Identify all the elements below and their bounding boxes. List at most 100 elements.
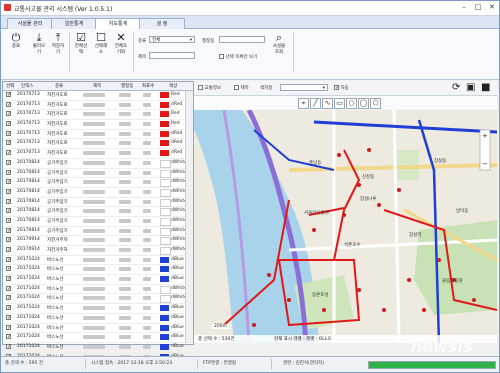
row-checkbox[interactable]	[6, 266, 11, 272]
traffic-toggle[interactable]: 교통정보	[198, 85, 221, 91]
table-row[interactable]: 20170713 자전거도로 dRed	[3, 130, 193, 140]
row-checkbox[interactable]	[6, 314, 11, 320]
row-checkbox[interactable]	[6, 217, 11, 223]
table-row[interactable]: 20171024버스노선dWhite	[3, 285, 193, 295]
col-coord-count[interactable]: 좌표수	[142, 83, 154, 89]
row-checkbox[interactable]	[6, 256, 11, 262]
tab-general-stats[interactable]: 일반통계	[51, 18, 97, 29]
row-checkbox[interactable]	[6, 179, 11, 185]
table-row[interactable]: 20170713 자전거도로 dRed	[3, 149, 193, 159]
row-checkbox[interactable]	[6, 198, 11, 204]
tab-settings[interactable]: 설 정	[139, 18, 185, 29]
table-row[interactable]: 20171024 버스노선 dBlue	[3, 265, 193, 276]
close-button[interactable]: ✕	[487, 3, 497, 12]
row-checkbox[interactable]	[6, 237, 11, 243]
row-checkbox[interactable]	[6, 295, 11, 301]
circle-icon[interactable]: ○	[346, 98, 357, 109]
table-row[interactable]: 20170814공기주입기dWhite	[3, 198, 193, 208]
row-checkbox[interactable]	[6, 247, 11, 252]
tab-facility[interactable]: 사설물 관리	[7, 18, 53, 29]
line-icon[interactable]: ╱	[310, 98, 321, 109]
table-row[interactable]: 20171024 버스노선 dBlue	[3, 314, 193, 324]
table-row[interactable]: 20171024 버스노선 dBlue	[3, 343, 193, 353]
video-icon[interactable]: ■	[481, 82, 490, 93]
name-input[interactable]	[149, 52, 195, 59]
maximize-button[interactable]: □	[473, 3, 483, 12]
table-row[interactable]: 20170713 자전거도로 Red	[3, 91, 193, 101]
row-checkbox[interactable]	[6, 92, 11, 97]
row-checkbox[interactable]	[6, 227, 11, 233]
load-button[interactable]: ⤓ 불러오기	[32, 32, 46, 55]
image-icon[interactable]: ▣	[466, 82, 475, 93]
row-checkbox[interactable]	[6, 334, 11, 340]
refresh-icon[interactable]: ⟳	[452, 82, 460, 93]
table-row[interactable]: 20170713 자전거도로 dRed	[3, 101, 193, 111]
minimize-button[interactable]: –	[459, 3, 469, 12]
polyline-icon[interactable]: ∿	[322, 98, 333, 109]
row-checkbox[interactable]	[6, 169, 11, 175]
row-checkbox[interactable]	[6, 140, 11, 146]
search-button[interactable]: ⌕ 사설물 조회	[271, 32, 287, 55]
row-checkbox[interactable]	[6, 121, 11, 127]
auto-toggle[interactable]: 자동	[334, 85, 349, 91]
table-row[interactable]: 20170814공기주입기dWhite	[3, 217, 193, 227]
exit-button[interactable]: ⏻ 종료	[9, 32, 23, 50]
deselect-button[interactable]: ☐ 선택해소	[94, 32, 108, 55]
table-row[interactable]: 20171024 버스노선 dBlue	[3, 304, 193, 314]
row-checkbox[interactable]	[6, 130, 11, 136]
table-row[interactable]: 20171024 버스노선 dBlue	[3, 324, 193, 334]
polygon-icon[interactable]: ⬠	[370, 98, 381, 109]
col-index[interactable]: 인덱스	[21, 83, 33, 89]
traffic-checkbox[interactable]	[198, 85, 203, 90]
table-row[interactable]: 20170814공기주입기dWhite	[3, 207, 193, 217]
col-kind[interactable]: 종류	[55, 83, 63, 89]
table-row[interactable]: 20171024 버스노선 dBlue	[3, 333, 193, 343]
col-title[interactable]: 제목	[93, 83, 101, 89]
table-row[interactable]: 20170713 자전거도로 Red	[3, 110, 193, 121]
table-row[interactable]: 20170814공기주입기dWhite	[3, 159, 193, 169]
ellipse-icon[interactable]: ◯	[358, 98, 369, 109]
table-row[interactable]: 20170814공기주입기dWhite	[3, 188, 193, 198]
table-row[interactable]: 20171024 버스노선 dBlue	[3, 275, 193, 285]
table-scrollbar[interactable]	[185, 91, 193, 343]
table-row[interactable]: 20170713 자전거도로 Red	[3, 120, 193, 130]
table-row[interactable]: 20170814공기주입기dWhite	[3, 178, 193, 188]
save-button[interactable]: ⤒ 저장하기	[51, 32, 65, 55]
col-dong[interactable]: 행정동	[121, 83, 133, 89]
table-row[interactable]: 20171024버스노선dWhite	[3, 294, 193, 305]
row-checkbox[interactable]	[6, 150, 11, 156]
marker-icon[interactable]: ⌖	[298, 98, 309, 109]
col-color[interactable]: 색상	[169, 83, 177, 89]
row-checkbox[interactable]	[6, 208, 11, 214]
row-checkbox[interactable]	[6, 305, 11, 311]
type-select[interactable]: 전체 ▾	[149, 36, 195, 43]
row-checkbox[interactable]	[6, 285, 11, 291]
map-canvas[interactable]: + −	[194, 110, 497, 343]
row-checkbox[interactable]	[6, 324, 11, 330]
table-row[interactable]: 20170814공기주입기dWhite	[3, 227, 193, 237]
show-selected-toggle[interactable]: 선택 목록만 보기	[219, 54, 257, 60]
row-checkbox[interactable]	[6, 188, 11, 194]
title-toggle[interactable]: 제목	[234, 85, 249, 91]
dong-input[interactable]	[219, 36, 265, 43]
row-checkbox[interactable]	[6, 101, 11, 107]
row-checkbox[interactable]	[6, 159, 11, 165]
title-checkbox[interactable]	[234, 85, 239, 90]
table-row[interactable]: 20171024 버스노선 dBlue	[3, 256, 193, 266]
row-index: 20170914	[17, 237, 40, 243]
auto-checkbox[interactable]	[334, 85, 339, 90]
row-checkbox[interactable]	[6, 276, 11, 282]
table-row[interactable]: 20170914자전거주차dWhite	[3, 236, 193, 246]
color-select[interactable]: ▾	[280, 84, 328, 91]
map-view[interactable]: + − 잠실나루 잠실동 잠실역 석촌호수 올림픽공원 몽촌토성 방이동 신천동…	[194, 110, 497, 343]
table-row[interactable]: 20170814공기주입기dWhite	[3, 169, 193, 179]
reset-all-button[interactable]: ✕ 전체초기화	[114, 32, 128, 55]
row-checkbox[interactable]	[6, 111, 11, 117]
table-row[interactable]: 20170713 자전거도로 dRed	[3, 139, 193, 150]
rectangle-icon[interactable]: ▭	[334, 98, 345, 109]
col-select[interactable]: 선택	[6, 83, 14, 89]
table-row[interactable]: 20170914자전거주차dWhite	[3, 246, 193, 256]
row-checkbox[interactable]	[6, 343, 11, 349]
show-selected-checkbox[interactable]	[219, 54, 224, 59]
select-all-button[interactable]: ☑ 전체선택	[74, 32, 88, 55]
